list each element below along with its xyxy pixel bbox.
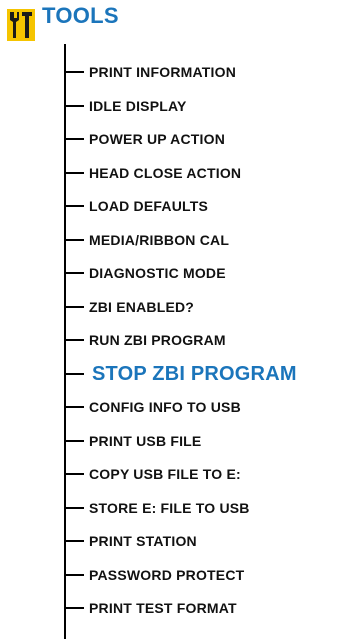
menu-item-label: PRINT INFORMATION — [89, 64, 237, 80]
menu-item-label: PRINT TEST FORMAT — [89, 600, 237, 616]
menu-item-label: LOAD DEFAULTS — [89, 198, 209, 214]
menu-item[interactable]: MEDIA/RIBBON CAL — [64, 228, 334, 252]
menu-item-label: RUN ZBI PROGRAM — [89, 332, 226, 348]
menu-item[interactable]: STORE E: FILE TO USB — [64, 496, 334, 520]
menu-item-label: CONFIG INFO TO USB — [89, 399, 241, 415]
tree-branch-line — [64, 607, 84, 609]
tree-branch-line — [64, 473, 84, 475]
tree-branch-line — [64, 574, 84, 576]
menu-item[interactable]: IDLE DISPLAY — [64, 94, 334, 118]
tree-branch-line — [64, 71, 84, 73]
menu-item[interactable]: PRINT TEST FORMAT — [64, 596, 334, 620]
tree-branch-line — [64, 306, 84, 308]
menu-item-label: ZBI ENABLED? — [89, 299, 195, 315]
menu-item[interactable]: HEAD CLOSE ACTION — [64, 161, 334, 185]
tree-branch-line — [64, 406, 84, 408]
tree-branch-line — [64, 373, 84, 375]
tree-branch-line — [64, 172, 84, 174]
tree-branch-line — [64, 105, 84, 107]
menu-item-label: STOP ZBI PROGRAM — [92, 363, 297, 385]
menu-item[interactable]: PRINT USB FILE — [64, 429, 334, 453]
menu-tree: PRINT INFORMATION IDLE DISPLAY POWER UP AC… — [0, 0, 342, 639]
tree-branch-line — [64, 239, 84, 241]
tree-branch-line — [64, 205, 84, 207]
tree-branch-line — [64, 272, 84, 274]
menu-item-label: PRINT USB FILE — [89, 433, 202, 449]
menu-item-label: PRINT STATION — [89, 533, 197, 549]
menu-item-label: COPY USB FILE TO E: — [89, 466, 241, 482]
menu-item[interactable]: RUN ZBI PROGRAM — [64, 328, 334, 352]
menu-item-label: DIAGNOSTIC MODE — [89, 265, 226, 281]
menu-item[interactable]: CONFIG INFO TO USB — [64, 395, 334, 419]
tree-branch-line — [64, 540, 84, 542]
menu-item-label: STORE E: FILE TO USB — [89, 500, 250, 516]
menu-item[interactable]: PRINT STATION — [64, 529, 334, 553]
menu-item[interactable]: PRINT INFORMATION — [64, 60, 334, 84]
menu-item[interactable]: LOAD DEFAULTS — [64, 194, 334, 218]
menu-item[interactable]: DIAGNOSTIC MODE — [64, 261, 334, 285]
menu-item[interactable]: ZBI ENABLED? — [64, 295, 334, 319]
tree-branch-line — [64, 138, 84, 140]
menu-item[interactable]: PASSWORD PROTECT — [64, 563, 334, 587]
tree-branch-line — [64, 440, 84, 442]
menu-item-label: PASSWORD PROTECT — [89, 567, 245, 583]
menu-item[interactable]: POWER UP ACTION — [64, 127, 334, 151]
menu-item-label: POWER UP ACTION — [89, 131, 226, 147]
menu-item-label: MEDIA/RIBBON CAL — [89, 232, 230, 248]
menu-item[interactable]: COPY USB FILE TO E: — [64, 462, 334, 486]
tree-branch-line — [64, 339, 84, 341]
menu-item[interactable]: STOP ZBI PROGRAM — [64, 362, 334, 386]
tree-branch-line — [64, 507, 84, 509]
menu-item-label: HEAD CLOSE ACTION — [89, 165, 242, 181]
menu-item-label: IDLE DISPLAY — [89, 98, 187, 114]
